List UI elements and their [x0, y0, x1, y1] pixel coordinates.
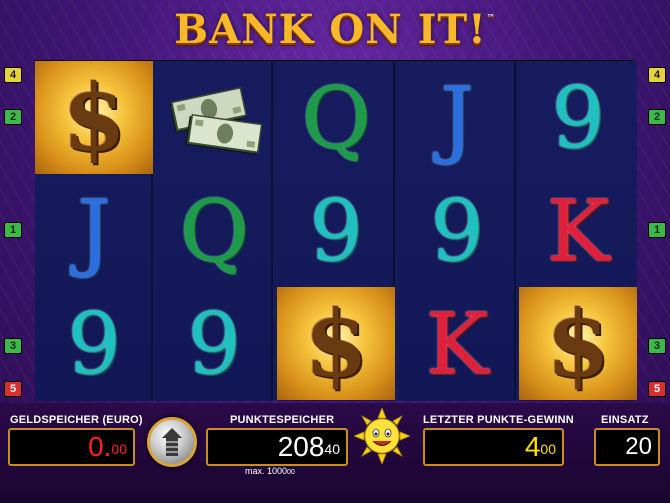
game-title-text: BANK ON IT!: [174, 6, 487, 53]
symbol-dollar: $: [277, 287, 395, 400]
money-stack-icon: [169, 86, 263, 155]
sun-mascot-icon: [354, 408, 410, 464]
symbol-nine-text: 9: [309, 181, 363, 280]
points-label: PUNKTESPEICHER: [230, 414, 335, 426]
row-marker-right-5: 5: [648, 381, 666, 397]
game-title: BANK ON IT!™: [0, 6, 670, 56]
symbol-nine: 9: [277, 174, 395, 287]
reel-4: J 9 K: [398, 61, 516, 401]
points-max-small: 00: [287, 469, 295, 476]
credit-value-cents: 00: [111, 441, 127, 457]
symbol-j-text: J: [440, 68, 474, 167]
reel-5: 9 K $: [519, 61, 637, 401]
last-win-value-small: 00: [540, 441, 556, 457]
game-screen: BANK ON IT!™ 4 2 1 3 5 4 2 1 3 5 $ J 9 Q…: [0, 0, 670, 503]
last-win-display: 4 00: [423, 428, 564, 466]
symbol-j: J: [35, 174, 153, 287]
reel-1: $ J 9: [35, 61, 153, 401]
row-marker-left-4: 4: [4, 67, 22, 83]
dollar-icon: $: [545, 289, 610, 398]
symbol-k-text: K: [425, 294, 489, 393]
row-marker-right-2: 2: [648, 109, 666, 125]
points-value-small: 40: [324, 441, 340, 457]
last-win-label: LETZTER PUNKTE-GEWINN: [423, 414, 574, 426]
symbol-j: J: [398, 61, 516, 174]
credit-display: 0. 00: [8, 428, 135, 466]
row-marker-right-1: 1: [648, 222, 666, 238]
row-marker-left-5: 5: [4, 381, 22, 397]
symbol-dollar: $: [519, 287, 637, 400]
points-max-text: max. 1000: [245, 466, 288, 476]
symbol-nine: 9: [398, 174, 516, 287]
symbol-nine-text: 9: [551, 68, 605, 167]
risk-ladder-icon: [162, 428, 182, 456]
bet-value: 20: [625, 433, 652, 460]
points-display: 208 40: [206, 428, 348, 466]
symbol-money-stack: [155, 61, 273, 174]
symbol-nine: 9: [35, 287, 153, 400]
symbol-nine-text: 9: [430, 181, 484, 280]
dollar-icon: $: [303, 289, 368, 398]
symbol-k-text: K: [546, 181, 610, 280]
symbol-dollar: $: [35, 61, 153, 174]
bet-display[interactable]: 20: [594, 428, 660, 466]
symbol-j-text: J: [77, 181, 111, 280]
reel-2: Q 9: [155, 61, 273, 401]
row-marker-right-4: 4: [648, 67, 666, 83]
bet-label: EINSATZ: [601, 414, 649, 426]
reel-area: $ J 9 Q 9 Q 9 $ J 9 K 9 K $: [35, 60, 637, 401]
trademark: ™: [486, 12, 496, 22]
symbol-nine: 9: [519, 61, 637, 174]
gamble-button[interactable]: [147, 417, 197, 467]
symbol-q-text: Q: [301, 68, 371, 167]
symbol-q: Q: [155, 174, 273, 287]
last-win-value-main: 4: [524, 431, 541, 462]
row-marker-left-3: 3: [4, 338, 22, 354]
row-marker-left-2: 2: [4, 109, 22, 125]
symbol-nine: 9: [155, 287, 273, 400]
credit-label: GELDSPEICHER (EURO): [10, 414, 143, 426]
symbol-nine-text: 9: [187, 294, 241, 393]
row-marker-left-1: 1: [4, 222, 22, 238]
points-max: max. 100000: [245, 466, 295, 476]
symbol-q-text: Q: [179, 181, 249, 280]
symbol-q: Q: [277, 61, 395, 174]
points-value-main: 208: [277, 431, 325, 462]
reel-3: Q 9 $: [277, 61, 395, 401]
symbol-nine-text: 9: [67, 294, 121, 393]
row-marker-right-3: 3: [648, 338, 666, 354]
dollar-icon: $: [61, 63, 126, 172]
credit-value-main: 0.: [88, 431, 112, 462]
symbol-k: K: [519, 174, 637, 287]
symbol-k: K: [398, 287, 516, 400]
